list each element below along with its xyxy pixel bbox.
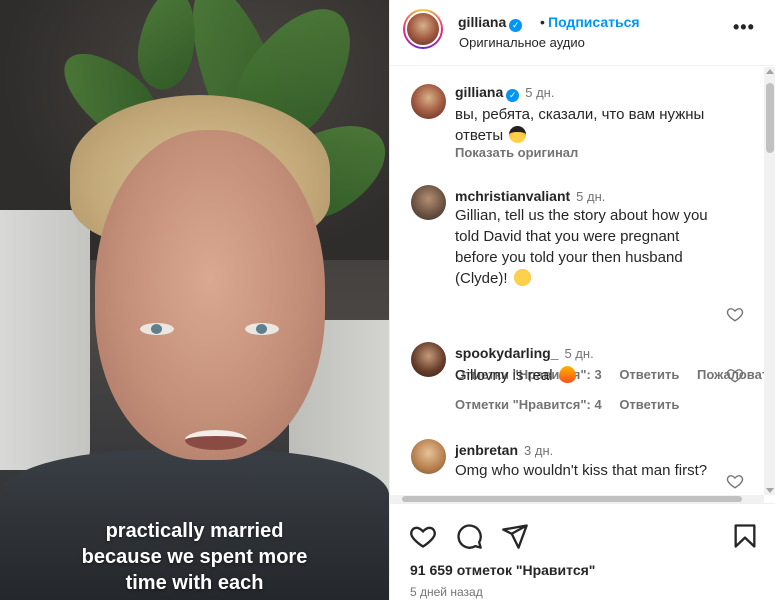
comment-text: вы, ребята, сказали, что вам нужны ответ…: [455, 104, 720, 146]
follow-button[interactable]: Подписаться: [548, 14, 640, 30]
scroll-down-arrow[interactable]: [766, 488, 774, 493]
comment-item: gilliana ✓ 5 дн. вы, ребята, сказали, что …: [390, 79, 764, 169]
person-mouth: [185, 430, 247, 450]
author-username-text[interactable]: gilliana: [458, 14, 506, 30]
comment-author-name[interactable]: mchristianvaliant: [455, 188, 570, 204]
person-eye-left: [140, 323, 174, 335]
horizontal-scrollbar[interactable]: [390, 495, 764, 503]
vertical-scrollbar[interactable]: [764, 67, 775, 495]
reel-video[interactable]: practically married because we spent mor…: [0, 0, 389, 600]
bookmark-icon[interactable]: [731, 522, 759, 550]
author-avatar[interactable]: [403, 9, 443, 49]
reply-button[interactable]: Ответить: [619, 397, 679, 412]
avatar[interactable]: [411, 84, 446, 119]
show-original-link[interactable]: Показать оригинал: [455, 145, 592, 160]
avatar[interactable]: [411, 342, 446, 377]
video-caption: practically married because we spent mor…: [0, 518, 389, 596]
separator-dot: •: [540, 14, 545, 30]
sunglasses-emoji: [509, 126, 527, 143]
verified-icon: ✓: [509, 19, 523, 32]
comment-icon[interactable]: [455, 522, 483, 550]
comment-author[interactable]: spookydarling_ 5 дн.: [455, 345, 594, 361]
comment-text: Gillovny is real: [455, 365, 720, 386]
comment-author[interactable]: gilliana ✓ 5 дн.: [455, 84, 554, 102]
heart-icon[interactable]: [726, 472, 744, 490]
comment-author-name[interactable]: gilliana: [455, 84, 503, 100]
comment-text: Omg who wouldn't kiss that man first?: [455, 462, 708, 479]
wink-emoji: [513, 269, 531, 286]
comments-list[interactable]: gilliana ✓ 5 дн. вы, ребята, сказали, что …: [390, 67, 764, 495]
comment-author[interactable]: jenbretan 3 дн.: [455, 442, 553, 458]
avatar[interactable]: [411, 439, 446, 474]
person-face: [95, 130, 325, 460]
show-original-label[interactable]: Показать оригинал: [455, 145, 578, 160]
caption-line: time with each: [125, 572, 264, 594]
comment-text: Gillian, tell us the story about how you…: [455, 205, 720, 289]
avatar[interactable]: [411, 185, 446, 220]
comment-author-name[interactable]: jenbretan: [455, 442, 518, 458]
scroll-up-arrow[interactable]: [766, 69, 774, 74]
heart-icon[interactable]: [726, 366, 744, 384]
share-icon[interactable]: [501, 522, 529, 550]
chair-left: [0, 210, 90, 470]
comment-actions: Отметки "Нравится": 4 Ответить: [455, 397, 693, 412]
heart-icon[interactable]: [409, 522, 437, 550]
audio-link[interactable]: Оригинальное аудио: [459, 35, 585, 50]
comment-time: 5 дн.: [564, 346, 594, 361]
comment-likes-count[interactable]: Отметки "Нравится": 4: [455, 397, 602, 412]
comment-item: jenbretan 3 дн. Omg who wouldn't kiss tha…: [390, 439, 764, 495]
comment-time: 3 дн.: [524, 443, 554, 458]
comment-text-body: Gillian, tell us the story about how you…: [455, 207, 708, 287]
scrollbar-thumb[interactable]: [402, 496, 742, 502]
comment-text-body: вы, ребята, сказали, что вам нужны ответ…: [455, 106, 705, 144]
comment-item: mchristianvaliant 5 дн. Gillian, tell us …: [390, 185, 764, 382]
author-username[interactable]: gilliana ✓: [458, 14, 523, 32]
post-footer: 91 659 отметок "Нравится" 5 дней назад: [390, 503, 775, 600]
comment-text-body: Gillovny is real: [455, 367, 553, 384]
heart-icon[interactable]: [726, 305, 744, 323]
post-date[interactable]: 5 дней назад: [410, 585, 483, 599]
likes-count[interactable]: 91 659 отметок "Нравится": [410, 562, 595, 578]
caption-line: because we spent more: [81, 546, 308, 568]
comment-author-name[interactable]: spookydarling_: [455, 345, 558, 361]
verified-icon: ✓: [506, 89, 520, 102]
comment-time: 5 дн.: [576, 189, 606, 204]
fire-emoji: [558, 366, 576, 383]
comment-author[interactable]: mchristianvaliant 5 дн.: [455, 188, 605, 204]
scrollbar-thumb[interactable]: [766, 83, 774, 153]
comment-item: spookydarling_ 5 дн. Gillovny is real Отм…: [390, 342, 764, 412]
comment-time: 5 дн.: [525, 85, 555, 100]
caption-line: practically married: [105, 520, 284, 542]
post-panel: gilliana ✓ • Подписаться Оригинальное ауд…: [389, 0, 775, 600]
post-header: gilliana ✓ • Подписаться Оригинальное ауд…: [390, 0, 775, 66]
more-icon[interactable]: •••: [733, 17, 755, 38]
person-eye-right: [245, 323, 279, 335]
